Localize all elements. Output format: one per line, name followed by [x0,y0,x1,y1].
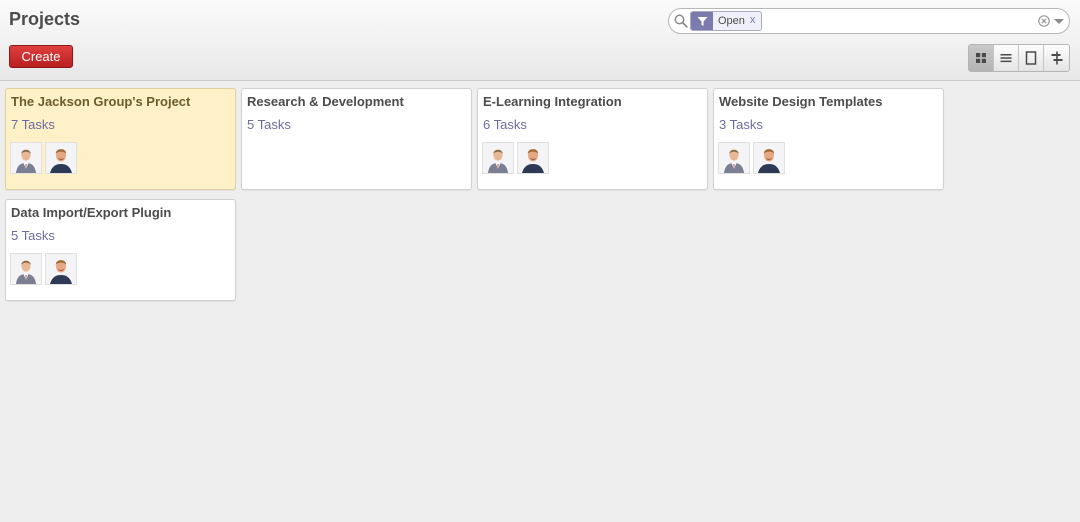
project-name[interactable]: The Jackson Group's Project [11,94,190,109]
search-input[interactable] [769,12,1033,32]
form-view-button[interactable] [1019,45,1044,71]
avatar-man-suit [718,142,750,174]
search-bar[interactable]: Open x [668,8,1070,34]
project-members [10,142,80,174]
search-options-chevron-down-icon[interactable] [1054,19,1064,24]
avatar-man-suit [482,142,514,174]
project-name[interactable]: Research & Development [247,94,404,109]
create-button[interactable]: Create [9,45,73,68]
project-task-count-link[interactable]: 7 Tasks [11,117,55,132]
clear-search-icon[interactable] [1038,15,1050,27]
avatar-man-suit [10,142,42,174]
view-switcher [968,44,1070,72]
project-card[interactable]: E-Learning Integration 6 Tasks [477,88,708,190]
project-card[interactable]: Data Import/Export Plugin 5 Tasks [5,199,236,301]
facet-remove-button[interactable]: x [748,12,761,30]
avatar-man-smiling [45,253,77,285]
project-card[interactable]: Research & Development 5 Tasks [241,88,472,190]
kanban-view-icon [976,53,986,63]
list-view-icon [1000,54,1012,63]
avatar-man-smiling [517,142,549,174]
project-members [482,142,552,174]
gantt-view-button[interactable] [1044,45,1069,71]
avatar-man-smiling [753,142,785,174]
project-members [10,253,80,285]
page-title: Projects [9,9,81,29]
project-name[interactable]: E-Learning Integration [483,94,622,109]
facet-value: Open [718,15,745,27]
project-task-count-link[interactable]: 6 Tasks [483,117,527,132]
project-task-count-link[interactable]: 5 Tasks [11,228,55,243]
project-card[interactable]: The Jackson Group's Project 7 Tasks [5,88,236,190]
list-view-button[interactable] [994,45,1019,71]
search-facet-open[interactable]: Open x [690,11,763,31]
form-view-icon [1025,51,1037,65]
project-task-count-link[interactable]: 3 Tasks [719,117,763,132]
avatar-man-smiling [45,142,77,174]
search-icon [674,14,688,28]
project-name[interactable]: Data Import/Export Plugin [11,205,171,220]
project-task-count-link[interactable]: 5 Tasks [247,117,291,132]
control-panel: Projects Open x Create [0,0,1080,81]
project-name[interactable]: Website Design Templates [719,94,883,109]
project-card[interactable]: Website Design Templates 3 Tasks [713,88,944,190]
kanban-view-button[interactable] [969,45,994,71]
avatar-man-suit [10,253,42,285]
gantt-view-icon [1051,51,1062,65]
filter-icon [691,12,713,30]
project-members [718,142,788,174]
